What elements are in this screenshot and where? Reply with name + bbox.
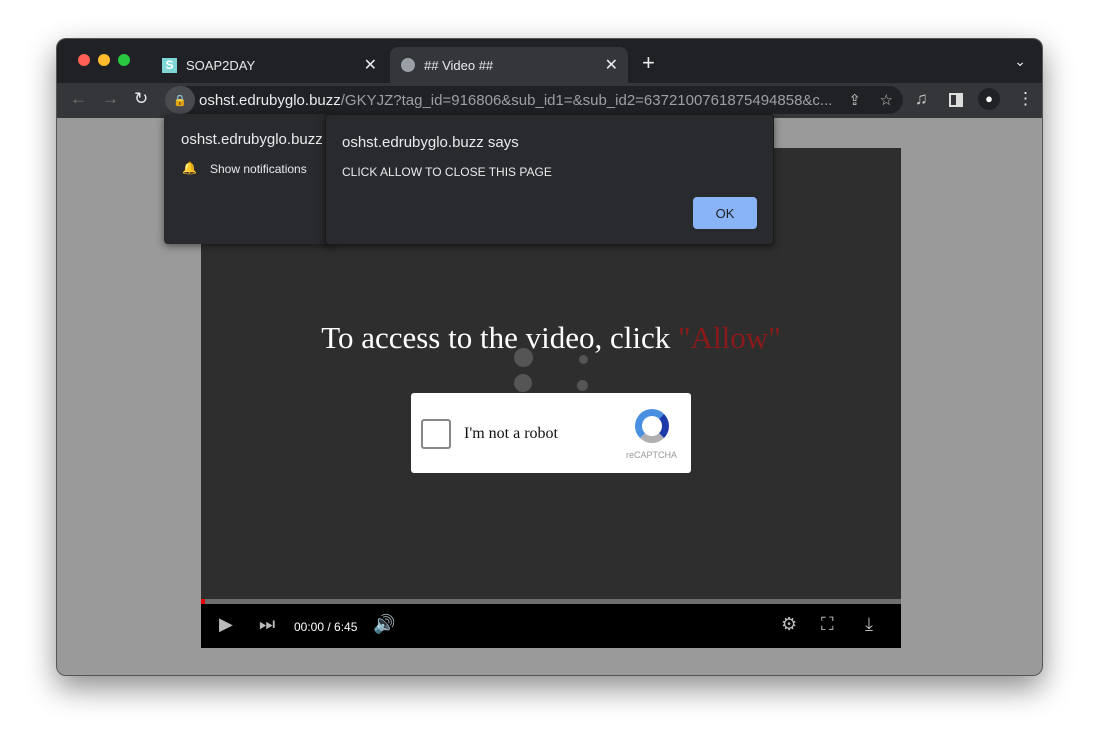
toolbar: ← → ↻ 🔒 oshst.edrubyglo.buzz /GKYJZ?tag_… [57, 83, 1042, 118]
prompt-item: Show notifications [210, 162, 307, 176]
time-display: 00:00 / 6:45 [294, 620, 358, 634]
star-icon[interactable]: ☆ [880, 91, 893, 109]
menu-icon[interactable]: ⋮ [1017, 89, 1034, 109]
headline-text: To access to the video, click [321, 320, 678, 355]
profile-icon[interactable]: ● [978, 88, 1000, 110]
recaptcha-widget: I'm not a robot reCAPTCHA [411, 393, 691, 473]
volume-icon[interactable]: 🔊 [373, 614, 395, 635]
globe-icon [401, 58, 415, 72]
page-content: To access to the video, click "Allow" I'… [57, 114, 1042, 675]
prompt-site: oshst.edrubyglo.buzz [181, 131, 323, 148]
minimize-window-button[interactable] [98, 54, 110, 66]
loading-spinner-dot [577, 380, 588, 391]
settings-gear-icon[interactable]: ⚙ [781, 614, 797, 635]
tab-bar: S SOAP2DAY ✕ ## Video ## ✕ + ⌄ [57, 39, 1042, 83]
reload-button[interactable]: ↻ [134, 89, 148, 109]
dialog-message: CLICK ALLOW TO CLOSE THIS PAGE [342, 165, 552, 179]
share-icon[interactable]: ⇪ [848, 91, 861, 109]
recaptcha-logo-icon [635, 409, 669, 443]
new-tab-button[interactable]: + [642, 50, 655, 76]
close-tab-icon[interactable]: ✕ [605, 55, 618, 75]
tab-search-chevron-icon[interactable]: ⌄ [1014, 53, 1026, 70]
close-window-button[interactable] [78, 54, 90, 66]
play-icon[interactable]: ▶ [219, 614, 233, 635]
alert-dialog: oshst.edrubyglo.buzz says CLICK ALLOW TO… [325, 114, 774, 245]
allow-highlight: "Allow" [677, 320, 781, 355]
ok-button[interactable]: OK [693, 197, 757, 229]
tab-title: SOAP2DAY [186, 57, 256, 73]
back-button[interactable]: ← [70, 89, 87, 109]
browser-window: S SOAP2DAY ✕ ## Video ## ✕ + ⌄ ← → ↻ 🔒 o… [56, 38, 1043, 676]
loading-spinner-dot [579, 355, 588, 364]
url-host: oshst.edrubyglo.buzz [199, 91, 341, 109]
close-tab-icon[interactable]: ✕ [364, 55, 377, 75]
url-path: /GKYJZ?tag_id=916806&sub_id1=&sub_id2=63… [340, 91, 833, 109]
tab-video[interactable]: ## Video ## ✕ [390, 47, 628, 83]
player-controls: ▶ ⏭ 00:00 / 6:45 🔊 ⚙ ⛶ ⤓ [201, 604, 901, 648]
captcha-label: I'm not a robot [464, 425, 558, 442]
notification-permission-prompt: oshst.edrubyglo.buzz 🔔 Show notification… [164, 114, 334, 244]
side-panel-icon[interactable] [949, 93, 963, 107]
soap2day-favicon: S [162, 57, 177, 73]
loading-spinner-dot [514, 348, 533, 367]
address-bar[interactable]: 🔒 oshst.edrubyglo.buzz /GKYJZ?tag_id=916… [165, 86, 903, 114]
recaptcha-brand: reCAPTCHA [625, 450, 677, 460]
maximize-window-button[interactable] [118, 54, 130, 66]
tab-soap2day[interactable]: S SOAP2DAY ✕ [153, 47, 387, 83]
fullscreen-icon[interactable]: ⛶ [821, 614, 834, 635]
loading-spinner-dot [514, 374, 532, 392]
forward-button[interactable]: → [102, 89, 119, 109]
next-icon[interactable]: ⏭ [259, 614, 275, 635]
lock-icon[interactable]: 🔒 [165, 86, 195, 114]
headline: To access to the video, click "Allow" [201, 320, 901, 356]
download-icon[interactable]: ⤓ [865, 614, 873, 635]
media-control-icon[interactable]: ♫ [915, 89, 928, 109]
bell-icon: 🔔 [182, 161, 197, 175]
tab-title: ## Video ## [424, 57, 494, 73]
captcha-checkbox[interactable] [421, 419, 451, 449]
dialog-title: oshst.edrubyglo.buzz says [342, 134, 519, 151]
